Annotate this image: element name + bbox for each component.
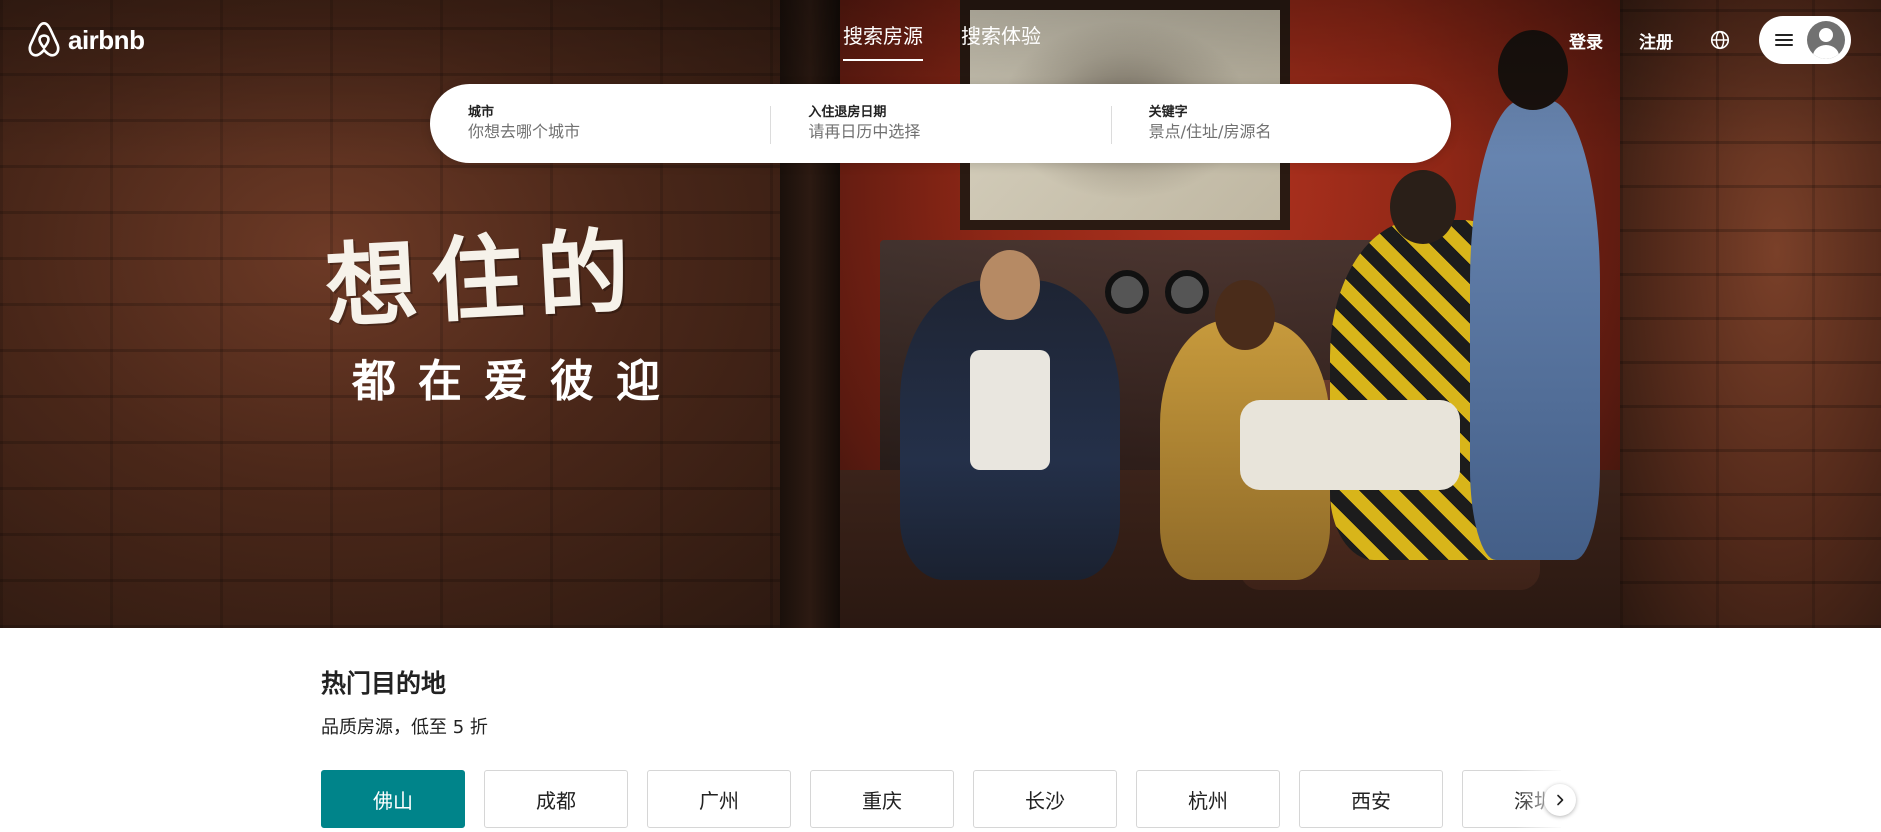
city-chip-changsha[interactable]: 长沙 (973, 770, 1117, 828)
keyword-field[interactable]: 关键字 景点/住址/房源名 (1110, 104, 1451, 144)
city-chip-guangzhou[interactable]: 广州 (647, 770, 791, 828)
search-bar: 城市 你想去哪个城市 入住退房日期 请再日历中选择 关键字 景点/住址/房源名 (430, 84, 1451, 163)
signup-link[interactable]: 注册 (1639, 28, 1673, 53)
hamburger-icon (1775, 34, 1793, 46)
city-chip-chongqing[interactable]: 重庆 (810, 770, 954, 828)
city-chip-chengdu[interactable]: 成都 (484, 770, 628, 828)
city-chip-hangzhou[interactable]: 杭州 (1136, 770, 1280, 828)
dates-field[interactable]: 入住退房日期 请再日历中选择 (770, 104, 1110, 144)
chevron-right-icon (1557, 794, 1564, 806)
airbnb-belo-icon (28, 22, 60, 57)
city-chip-xian[interactable]: 西安 (1299, 770, 1443, 828)
login-link[interactable]: 登录 (1569, 28, 1603, 53)
hero-headline: 想住的 (322, 216, 647, 342)
user-menu-button[interactable] (1759, 16, 1851, 64)
user-nav: 登录 注册 (1569, 16, 1851, 64)
popular-destinations-subtitle: 品质房源，低至 5 折 (321, 717, 488, 738)
tab-search-experiences[interactable]: 搜索体验 (961, 20, 1041, 61)
popular-destinations-title: 热门目的地 (321, 669, 447, 698)
brand-logo[interactable]: airbnb (26, 20, 145, 60)
carousel-next-button[interactable] (1544, 784, 1576, 816)
keyword-field-label: 关键字 (1148, 104, 1188, 120)
keyword-field-placeholder: 景点/住址/房源名 (1148, 121, 1272, 141)
dates-field-placeholder: 请再日历中选择 (808, 121, 921, 141)
tab-search-homes[interactable]: 搜索房源 (843, 20, 923, 61)
hero-subline: 都在爱彼迎 (352, 356, 682, 407)
city-field-label: 城市 (468, 104, 495, 120)
city-chip-carousel: 佛山 成都 广州 重庆 长沙 杭州 西安 深圳 (321, 770, 1561, 830)
globe-icon[interactable] (1709, 29, 1731, 51)
dates-field-label: 入住退房日期 (808, 104, 887, 120)
user-avatar-icon (1807, 21, 1845, 59)
search-mode-tabs: 搜索房源 搜索体验 (843, 20, 1041, 61)
city-field[interactable]: 城市 你想去哪个城市 (430, 104, 770, 144)
brand-name: airbnb (68, 24, 145, 55)
city-field-placeholder: 你想去哪个城市 (468, 121, 581, 141)
city-chip-list: 佛山 成都 广州 重庆 长沙 杭州 西安 深圳 (321, 770, 1561, 828)
city-chip-foshan[interactable]: 佛山 (321, 770, 465, 828)
